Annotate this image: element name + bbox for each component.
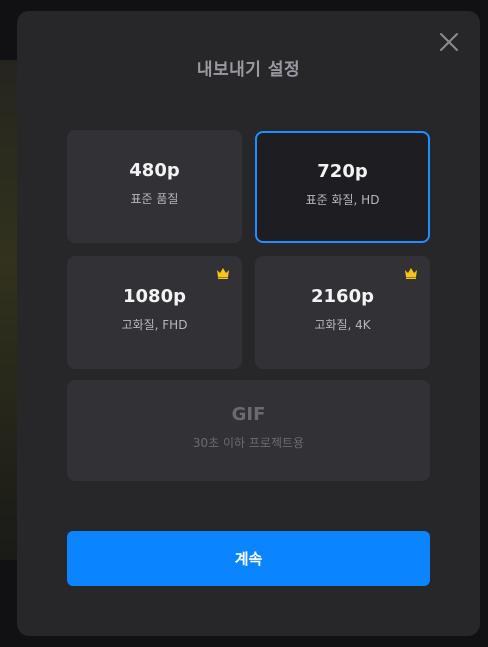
option-480p[interactable]: 480p 표준 품질 <box>67 130 242 243</box>
background-content <box>0 60 18 560</box>
dialog-title: 내보내기 설정 <box>196 60 301 80</box>
option-label: GIF <box>231 404 266 425</box>
option-description: 고화질, 4K <box>314 318 371 332</box>
option-label: 1080p <box>123 286 186 307</box>
option-label: 2160p <box>311 286 374 307</box>
option-description: 고화질, FHD <box>121 318 188 332</box>
option-1080p[interactable]: 1080p 고화질, FHD <box>67 256 242 369</box>
close-icon <box>440 33 458 51</box>
option-720p[interactable]: 720p 표준 화질, HD <box>255 131 430 243</box>
export-settings-dialog: 내보내기 설정 480p 표준 품질 720p 표준 화질, HD 1080p … <box>17 11 480 636</box>
option-label: 720p <box>317 161 368 182</box>
option-description: 30초 이하 프로젝트용 <box>192 436 305 450</box>
close-button[interactable] <box>438 31 460 53</box>
option-label: 480p <box>129 160 180 181</box>
continue-button[interactable]: 계속 <box>67 531 430 586</box>
crown-icon <box>404 267 418 279</box>
crown-icon <box>216 267 230 279</box>
option-2160p[interactable]: 2160p 고화질, 4K <box>255 256 430 369</box>
option-description: 표준 품질 <box>130 192 179 206</box>
option-description: 표준 화질, HD <box>305 193 380 207</box>
option-gif[interactable]: GIF 30초 이하 프로젝트용 <box>67 380 430 481</box>
